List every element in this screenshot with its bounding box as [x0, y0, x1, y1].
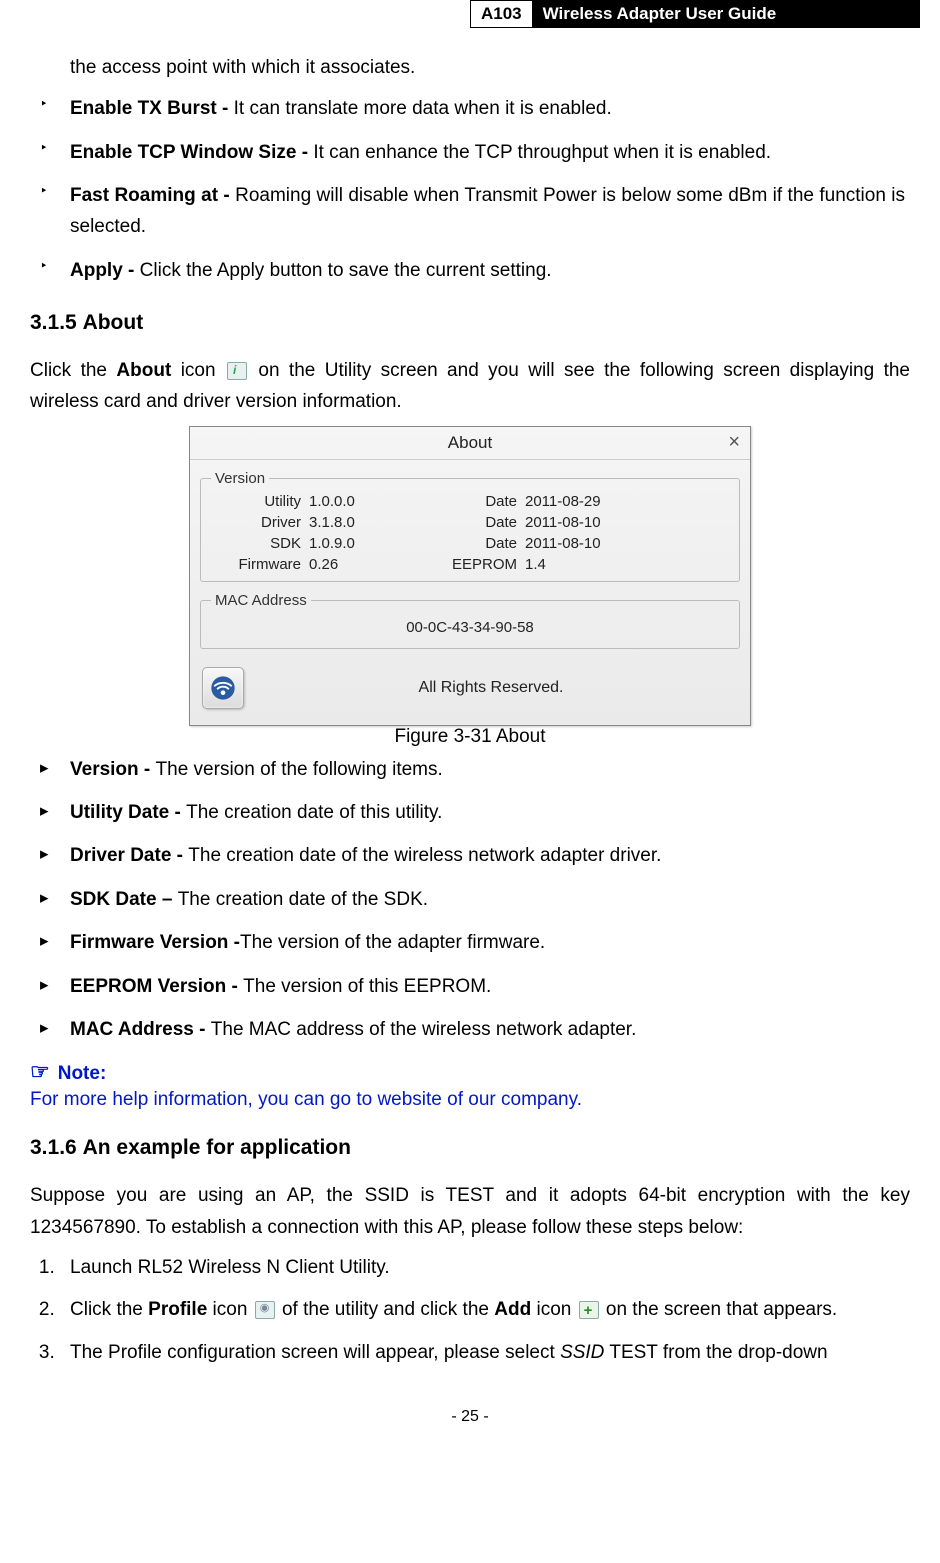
value-utility: 1.0.0.0	[309, 493, 419, 510]
section-315-heading: 3.1.5 About	[30, 311, 910, 335]
list-item: EEPROM Version - The version of this EEP…	[40, 971, 905, 1002]
close-icon[interactable]: ×	[728, 431, 740, 454]
list-item: Version - The version of the following i…	[40, 754, 905, 785]
param-bullets-top: Enable TX Burst - It can translate more …	[30, 93, 910, 286]
mac-value: 00-0C-43-34-90-58	[211, 615, 729, 640]
mac-legend: MAC Address	[211, 592, 311, 609]
step-3: The Profile configuration screen will ap…	[60, 1338, 910, 1368]
about-dialog-title: About ×	[190, 427, 750, 460]
label-date: Date	[427, 514, 517, 531]
rights-text: All Rights Reserved.	[244, 679, 738, 697]
label-utility: Utility	[211, 493, 301, 510]
label-sdk: SDK	[211, 535, 301, 552]
mac-group: MAC Address 00-0C-43-34-90-58	[200, 592, 740, 649]
about-bullets: Version - The version of the following i…	[30, 754, 910, 1045]
section-316-heading: 3.1.6 An example for application	[30, 1136, 910, 1160]
wifi-icon	[202, 667, 244, 709]
value-sdk: 1.0.9.0	[309, 535, 419, 552]
steps-list: Launch RL52 Wireless N Client Utility. C…	[40, 1253, 910, 1368]
label-firmware: Firmware	[211, 556, 301, 573]
note-heading: ☞Note:	[30, 1059, 910, 1085]
list-item: Firmware Version -The version of the ada…	[40, 927, 905, 958]
label-date: Date	[427, 535, 517, 552]
label-date: Date	[427, 493, 517, 510]
list-item: Utility Date - The creation date of this…	[40, 797, 905, 828]
pointing-hand-icon: ☞	[30, 1059, 50, 1084]
value-firmware: 0.26	[309, 556, 419, 573]
note-body: For more help information, you can go to…	[30, 1089, 910, 1111]
value-driver-date: 2011-08-10	[525, 514, 635, 531]
header-code: A103	[470, 0, 533, 28]
list-item: Driver Date - The creation date of the w…	[40, 840, 905, 871]
label-driver: Driver	[211, 514, 301, 531]
list-item: SDK Date – The creation date of the SDK.	[40, 884, 905, 915]
continuation-line: the access point with which it associate…	[70, 53, 880, 83]
example-paragraph: Suppose you are using an AP, the SSID is…	[30, 1180, 910, 1243]
label-eeprom: EEPROM	[427, 556, 517, 573]
add-icon	[579, 1301, 599, 1319]
value-sdk-date: 2011-08-10	[525, 535, 635, 552]
page-header: A103 Wireless Adapter User Guide	[470, 0, 920, 28]
figure-caption: Figure 3-31 About	[30, 726, 910, 748]
list-item: Apply - Click the Apply button to save t…	[40, 255, 905, 286]
list-item: MAC Address - The MAC address of the wir…	[40, 1014, 905, 1045]
about-dialog: About × Version Utility 1.0.0.0 Date 2011-0…	[189, 426, 751, 726]
value-eeprom: 1.4	[525, 556, 635, 573]
header-title: Wireless Adapter User Guide	[533, 0, 920, 28]
page-number: - 25 -	[30, 1408, 910, 1426]
step-1: Launch RL52 Wireless N Client Utility.	[60, 1253, 910, 1283]
step-2: Click the Profile icon of the utility an…	[60, 1295, 910, 1325]
list-item: Enable TCP Window Size - It can enhance …	[40, 137, 905, 168]
info-icon	[227, 362, 247, 380]
about-intro-paragraph: Click the About icon on the Utility scre…	[30, 355, 910, 418]
version-legend: Version	[211, 470, 269, 487]
version-group: Version Utility 1.0.0.0 Date 2011-08-29 Dri…	[200, 470, 740, 582]
profile-icon	[255, 1301, 275, 1319]
value-utility-date: 2011-08-29	[525, 493, 635, 510]
list-item: Fast Roaming at - Roaming will disable w…	[40, 180, 905, 243]
value-driver: 3.1.8.0	[309, 514, 419, 531]
list-item: Enable TX Burst - It can translate more …	[40, 93, 905, 124]
